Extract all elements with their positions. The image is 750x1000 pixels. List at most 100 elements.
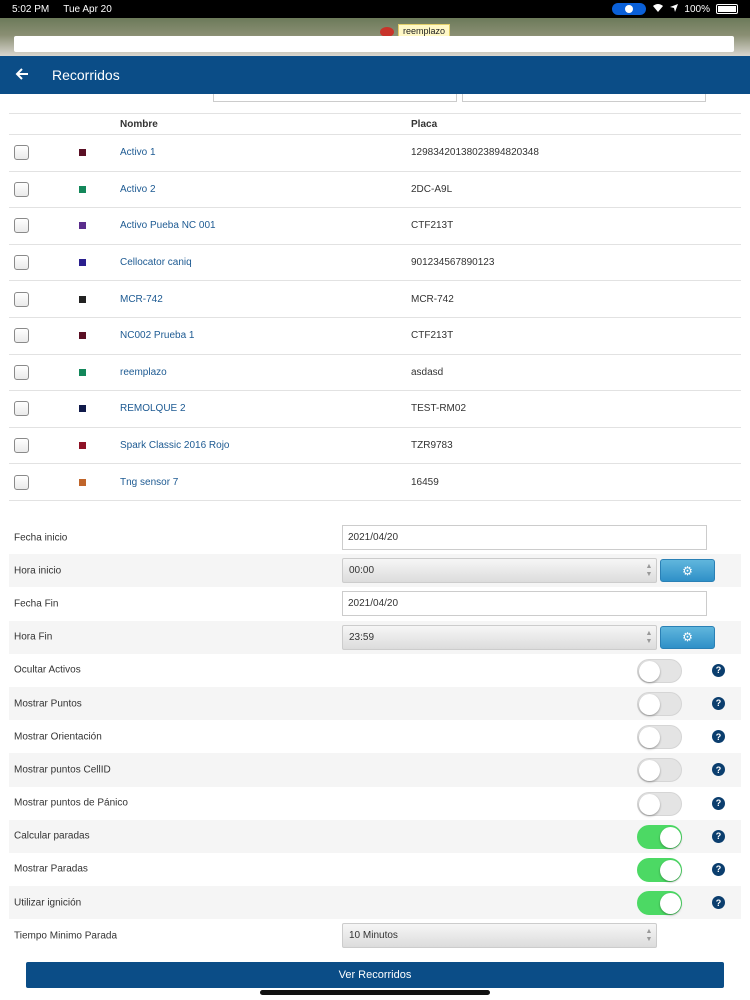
help-icon[interactable]: ? xyxy=(712,763,725,777)
toggle-switch[interactable] xyxy=(637,758,682,783)
color-swatch xyxy=(79,149,86,157)
page-title: Recorridos xyxy=(52,67,120,83)
asset-plate: CTF213T xyxy=(411,220,454,232)
toggle-switch[interactable] xyxy=(637,891,682,916)
select-arrows-icon: ▲ ▼ xyxy=(645,928,653,944)
hora-fin-gear-button[interactable]: ⚙ xyxy=(660,625,715,649)
fecha-inicio-row: Fecha inicio 2021/04/20 xyxy=(9,521,741,554)
toggle-switch[interactable] xyxy=(637,791,682,816)
header-name: Nombre xyxy=(120,113,411,135)
color-swatch xyxy=(79,332,86,340)
toggle-label: Calcular paradas xyxy=(14,830,90,842)
asset-plate: CTF213T xyxy=(411,330,454,342)
tiempo-minimo-value: 10 Minutos xyxy=(349,930,398,942)
toggle-label: Mostrar Orientación xyxy=(14,731,102,743)
asset-plate: TZR9783 xyxy=(411,440,453,452)
toggle-switch[interactable] xyxy=(637,725,682,750)
status-right: 100% xyxy=(612,3,738,16)
fecha-fin-row: Fecha Fin 2021/04/20 xyxy=(9,587,741,620)
asset-name-link[interactable]: REMOLQUE 2 xyxy=(120,403,186,414)
asset-name-link[interactable]: NC002 Prueba 1 xyxy=(120,330,195,341)
table-row[interactable]: NC002 Prueba 1 CTF213T xyxy=(9,317,741,355)
map-background[interactable]: reemplazo xyxy=(0,18,750,56)
hora-fin-value: 23:59 xyxy=(349,631,375,643)
row-checkbox[interactable] xyxy=(14,255,29,271)
table-row[interactable]: Spark Classic 2016 Rojo TZR9783 xyxy=(9,427,741,465)
battery-percent: 100% xyxy=(684,3,710,15)
tiempo-minimo-select[interactable]: 10 Minutos ▲ ▼ xyxy=(342,923,657,949)
help-icon[interactable]: ? xyxy=(712,829,725,843)
color-swatch xyxy=(79,295,86,303)
fecha-fin-input[interactable]: 2021/04/20 xyxy=(342,591,707,617)
help-icon[interactable]: ? xyxy=(712,796,725,810)
row-checkbox[interactable] xyxy=(14,474,29,490)
toggle-label: Ocultar Activos xyxy=(14,664,81,676)
ver-recorridos-button[interactable]: Ver Recorridos xyxy=(26,962,724,988)
row-checkbox[interactable] xyxy=(14,438,29,454)
toggle-switch[interactable] xyxy=(637,857,682,882)
location-pill-icon xyxy=(612,3,647,15)
table-row[interactable]: Cellocator caniq 901234567890123 xyxy=(9,244,741,282)
asset-name-link[interactable]: Activo 2 xyxy=(120,184,156,195)
wifi-icon xyxy=(652,3,664,16)
header-select xyxy=(9,113,69,135)
color-swatch xyxy=(79,258,86,266)
fecha-fin-label: Fecha Fin xyxy=(14,598,59,610)
asset-name-link[interactable]: Cellocator caniq xyxy=(120,257,192,268)
color-swatch xyxy=(79,405,86,413)
hora-fin-label: Hora Fin xyxy=(14,631,53,643)
help-icon[interactable]: ? xyxy=(712,730,725,744)
toggle-row-mostrar-paradas: Mostrar Paradas ? xyxy=(9,853,741,886)
asset-name-link[interactable]: Tng sensor 7 xyxy=(120,477,178,488)
asset-name-link[interactable]: MCR-742 xyxy=(120,294,163,305)
table-row[interactable]: Activo 1 12983420138023894820348 xyxy=(9,134,741,172)
battery-icon xyxy=(716,4,738,14)
asset-plate: TEST-RM02 xyxy=(411,403,467,415)
gear-icon: ⚙ xyxy=(682,630,693,645)
row-checkbox[interactable] xyxy=(14,181,29,197)
assets-table: Nombre Placa Activo 1 129834201380238948… xyxy=(9,113,741,501)
asset-name-link[interactable]: reemplazo xyxy=(120,367,167,378)
hora-inicio-gear-button[interactable]: ⚙ xyxy=(660,559,715,583)
toggle-label: Utilizar ignición xyxy=(14,897,82,909)
row-checkbox[interactable] xyxy=(14,328,29,344)
fecha-inicio-input[interactable]: 2021/04/20 xyxy=(342,525,707,550)
table-row[interactable]: Activo Pueba NC 001 CTF213T xyxy=(9,207,741,245)
status-time: 5:02 PM xyxy=(12,3,50,15)
table-row[interactable]: REMOLQUE 2 TEST-RM02 xyxy=(9,390,741,428)
color-swatch xyxy=(79,368,86,376)
toggle-row-ocultar-activos: Ocultar Activos ? xyxy=(9,654,741,687)
help-icon[interactable]: ? xyxy=(712,696,725,710)
hora-inicio-select[interactable]: 00:00 ▲ ▼ xyxy=(342,558,657,584)
map-search-bar[interactable] xyxy=(14,36,734,52)
table-row[interactable]: Tng sensor 7 16459 xyxy=(9,463,741,501)
table-row[interactable]: reemplazo asdasd xyxy=(9,354,741,392)
help-icon[interactable]: ? xyxy=(712,862,725,876)
back-arrow-icon[interactable] xyxy=(2,65,42,85)
asset-plate: 16459 xyxy=(411,476,439,488)
row-checkbox[interactable] xyxy=(14,291,29,307)
row-checkbox[interactable] xyxy=(14,145,29,161)
status-date: Tue Apr 20 xyxy=(63,3,112,15)
row-checkbox[interactable] xyxy=(14,364,29,380)
help-icon[interactable]: ? xyxy=(712,663,725,677)
gear-icon: ⚙ xyxy=(682,563,693,578)
toggle-row-mostrar-panico: Mostrar puntos de Pánico ? xyxy=(9,787,741,820)
table-row[interactable]: MCR-742 MCR-742 xyxy=(9,280,741,318)
row-checkbox[interactable] xyxy=(14,401,29,417)
row-checkbox[interactable] xyxy=(14,218,29,234)
toggle-row-calcular-paradas: Calcular paradas ? xyxy=(9,819,741,853)
hora-fin-select[interactable]: 23:59 ▲ ▼ xyxy=(342,624,657,650)
asset-name-link[interactable]: Activo 1 xyxy=(120,147,156,158)
table-row[interactable]: Activo 2 2DC-A9L xyxy=(9,171,741,209)
help-icon[interactable]: ? xyxy=(712,896,725,910)
home-indicator xyxy=(260,990,490,995)
toggle-row-mostrar-cellid: Mostrar puntos CellID ? xyxy=(9,753,741,787)
asset-name-link[interactable]: Activo Pueba NC 001 xyxy=(120,220,216,231)
toggle-switch[interactable] xyxy=(637,824,682,849)
table-header-row: Nombre Placa xyxy=(9,113,741,135)
asset-name-link[interactable]: Spark Classic 2016 Rojo xyxy=(120,440,230,451)
location-arrow-icon xyxy=(670,3,679,15)
toggle-switch[interactable] xyxy=(637,691,682,716)
toggle-switch[interactable] xyxy=(637,658,682,683)
